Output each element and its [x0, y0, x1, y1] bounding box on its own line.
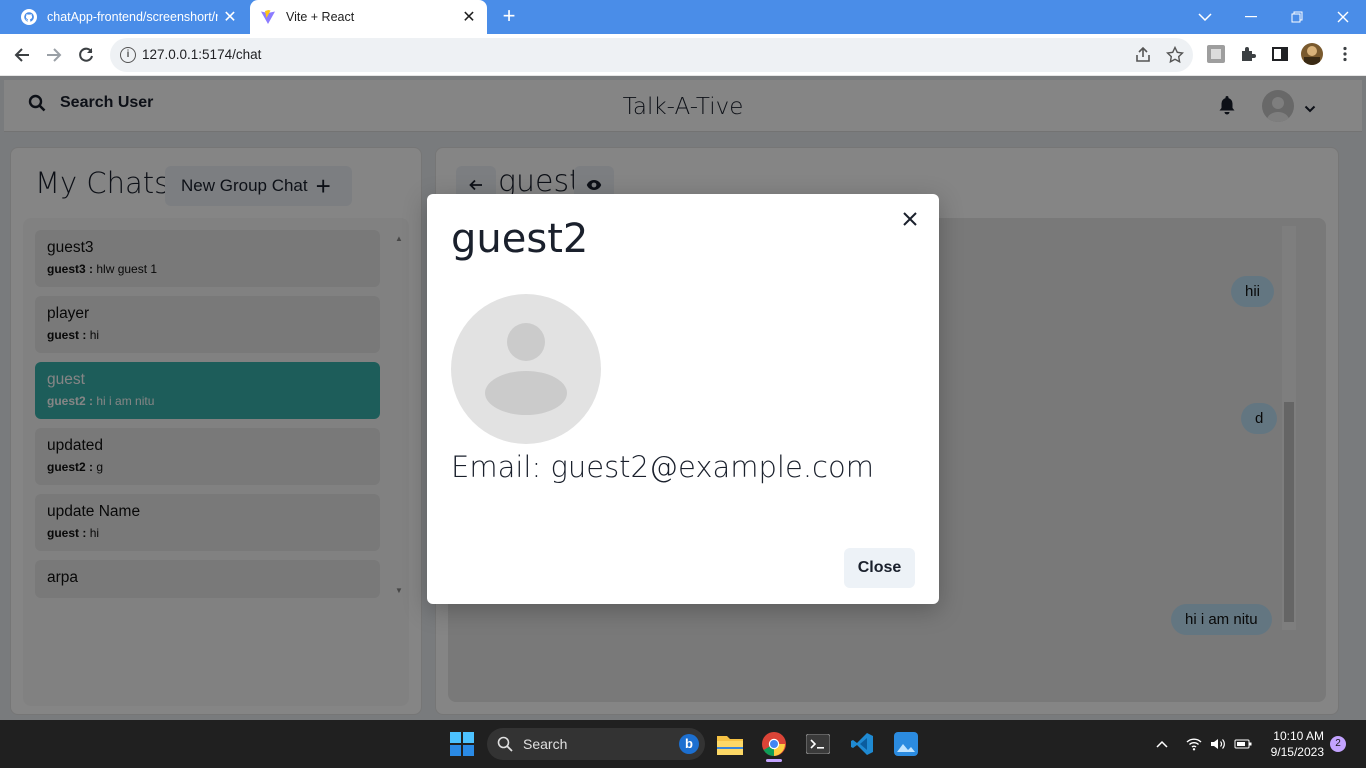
extensions-puzzle-icon[interactable] — [1239, 45, 1259, 65]
site-info-icon[interactable]: i — [120, 47, 136, 63]
close-tab-icon[interactable]: ✕ — [457, 7, 481, 27]
window-close-icon[interactable] — [1320, 0, 1366, 34]
chrome-icon[interactable] — [758, 728, 790, 760]
file-explorer-icon[interactable] — [714, 728, 746, 760]
terminal-icon[interactable] — [802, 728, 834, 760]
tab-title: Vite + React — [286, 10, 355, 24]
browser-tabstrip: chatApp-frontend/screenshort/re ✕ Vite +… — [0, 0, 1366, 34]
windows-start-icon[interactable] — [446, 728, 478, 760]
notification-badge[interactable]: 2 — [1330, 736, 1346, 752]
extension-avatar-icon[interactable] — [1207, 45, 1227, 65]
tab-github[interactable]: chatApp-frontend/screenshort/re ✕ — [3, 0, 248, 34]
minimize-icon[interactable] — [1228, 0, 1274, 34]
more-menu-icon[interactable] — [1336, 45, 1356, 65]
github-icon — [21, 9, 37, 25]
address-bar[interactable]: i 127.0.0.1:5174/chat — [110, 38, 1193, 72]
system-clock[interactable]: 10:10 AM 9/15/2023 — [1262, 728, 1324, 760]
vite-icon — [260, 9, 276, 25]
back-arrow-icon[interactable] — [9, 42, 35, 68]
close-icon[interactable] — [899, 208, 921, 230]
url-text: 127.0.0.1:5174/chat — [142, 47, 262, 62]
close-tab-icon[interactable]: ✕ — [218, 7, 242, 27]
tab-title: chatApp-frontend/screenshort/re — [47, 10, 218, 24]
profile-avatar — [451, 294, 601, 444]
reload-icon[interactable] — [73, 42, 99, 68]
profile-modal: guest2 Email: guest2@example.com Close — [427, 194, 939, 604]
taskbar-search-label: Search — [523, 736, 568, 752]
chrome-active-indicator — [766, 759, 782, 762]
side-panel-icon[interactable] — [1271, 45, 1291, 65]
tab-search-chevron-icon[interactable] — [1182, 0, 1228, 34]
taskbar-search[interactable]: Search b — [487, 728, 705, 760]
restore-icon[interactable] — [1274, 0, 1320, 34]
search-icon — [497, 736, 513, 752]
wifi-icon[interactable] — [1186, 720, 1202, 768]
clock-time: 10:10 AM — [1273, 729, 1324, 743]
modal-title: guest2 — [451, 216, 589, 262]
vscode-icon[interactable] — [846, 728, 878, 760]
new-tab-icon[interactable]: + — [498, 5, 520, 27]
share-icon[interactable] — [1134, 46, 1152, 64]
close-button[interactable]: Close — [844, 548, 915, 588]
forward-arrow-icon[interactable] — [41, 42, 67, 68]
browser-toolbar: i 127.0.0.1:5174/chat — [0, 34, 1366, 76]
clock-date: 9/15/2023 — [1270, 745, 1324, 759]
bing-icon[interactable]: b — [679, 734, 699, 754]
windows-taskbar: Search b 10:10 AM 9/15/2023 — [0, 720, 1366, 768]
bookmark-star-icon[interactable] — [1165, 45, 1185, 64]
profile-avatar-icon[interactable] — [1301, 43, 1323, 65]
show-hidden-icons-chevron-icon[interactable] — [1156, 720, 1168, 768]
tab-vite[interactable]: Vite + React ✕ — [250, 0, 487, 34]
photos-app-icon[interactable] — [890, 728, 922, 760]
volume-icon[interactable] — [1210, 720, 1226, 768]
profile-email: Email: guest2@example.com — [451, 450, 874, 484]
battery-icon[interactable] — [1234, 720, 1252, 768]
